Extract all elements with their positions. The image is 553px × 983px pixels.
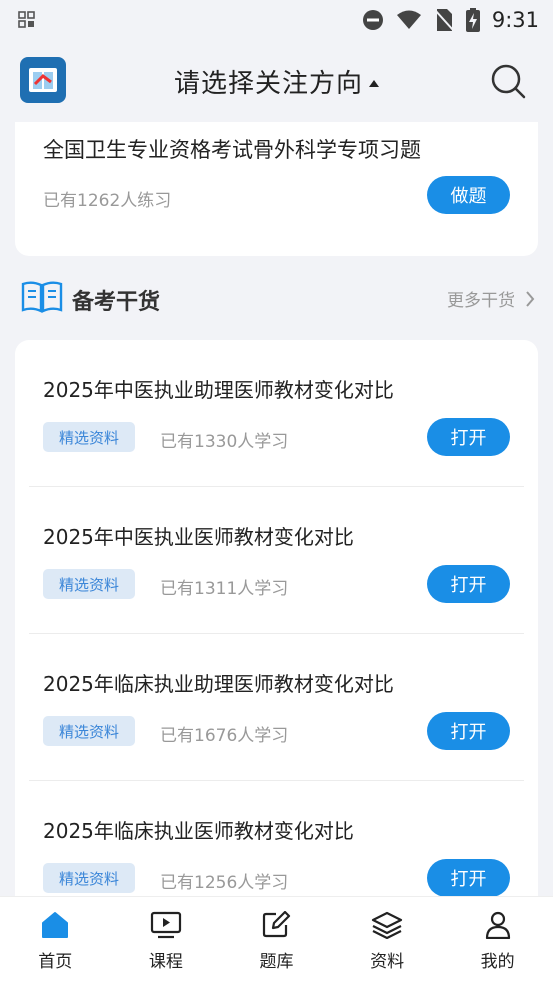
exercise-card[interactable]: 全国卫生专业资格考试骨外科学专项习题 已有1262人练习 做题 [15, 122, 538, 256]
item-tag: 精选资料 [43, 863, 136, 893]
user-icon [485, 911, 510, 939]
battery-charging-icon [465, 8, 480, 32]
tab-question-bank[interactable]: 题库 [221, 897, 331, 972]
list-item[interactable]: 2025年临床执业医师教材变化对比 精选资料 已有1256人学习 打开 [15, 781, 538, 897]
open-button[interactable]: 打开 [427, 565, 510, 603]
scroll-content[interactable]: 全国卫生专业资格考试骨外科学专项习题 已有1262人练习 做题 备考干货 更多干… [0, 122, 553, 897]
status-bar: 9:31 [0, 0, 553, 40]
exercise-title: 全国卫生专业资格考试骨外科学专项习题 [43, 138, 421, 162]
home-icon [42, 912, 69, 938]
tab-label: 首页 [38, 952, 73, 972]
tab-label: 题库 [259, 952, 294, 972]
tab-home[interactable]: 首页 [0, 897, 110, 972]
caret-up-icon [369, 79, 379, 87]
list-item[interactable]: 2025年临床执业助理医师教材变化对比 精选资料 已有1676人学习 打开 [15, 634, 538, 781]
list-item[interactable]: 2025年中医执业助理医师教材变化对比 精选资料 已有1330人学习 打开 [15, 340, 538, 487]
list-item[interactable]: 2025年中医执业医师教材变化对比 精选资料 已有1311人学习 打开 [15, 487, 538, 634]
exercise-count: 已有1262人练习 [43, 191, 172, 211]
dnd-icon [362, 10, 383, 30]
item-title: 2025年中医执业助理医师教材变化对比 [43, 378, 394, 402]
no-sim-icon [434, 9, 454, 31]
bottom-tab-bar: 首页 课程 题库 资料 我的 [0, 897, 553, 983]
tab-course[interactable]: 课程 [111, 897, 221, 972]
notification-grid-icon [18, 11, 35, 28]
item-count: 已有1676人学习 [160, 726, 289, 746]
tab-materials[interactable]: 资料 [332, 897, 442, 972]
do-exercise-button[interactable]: 做题 [427, 176, 510, 214]
section-title: 备考干货 [72, 290, 161, 315]
item-tag: 精选资料 [43, 422, 136, 452]
tab-label: 课程 [148, 952, 183, 972]
direction-selector[interactable]: 请选择关注方向 [0, 40, 553, 122]
open-book-icon [21, 281, 63, 313]
tab-label: 资料 [370, 952, 405, 972]
open-button[interactable]: 打开 [427, 859, 510, 897]
status-time: 9:31 [491, 8, 539, 32]
open-button[interactable]: 打开 [427, 712, 510, 750]
material-list: 2025年中医执业助理医师教材变化对比 精选资料 已有1330人学习 打开 20… [15, 340, 538, 897]
header-title: 请选择关注方向 [173, 68, 363, 99]
layers-icon [371, 911, 403, 939]
item-tag: 精选资料 [43, 716, 136, 746]
item-tag: 精选资料 [43, 569, 136, 599]
item-count: 已有1330人学习 [160, 432, 289, 452]
more-link[interactable]: 更多干货 [447, 286, 535, 311]
item-count: 已有1256人学习 [160, 873, 289, 893]
search-icon[interactable] [489, 62, 527, 100]
section-header: 备考干货 更多干货 [0, 272, 553, 324]
tab-label: 我的 [480, 952, 515, 972]
chevron-right-icon [526, 290, 535, 307]
wifi-icon [396, 10, 421, 29]
item-title: 2025年临床执业医师教材变化对比 [43, 819, 354, 843]
item-title: 2025年中医执业医师教材变化对比 [43, 525, 354, 549]
tab-profile[interactable]: 我的 [443, 897, 553, 972]
item-count: 已有1311人学习 [160, 579, 289, 599]
open-button[interactable]: 打开 [427, 418, 510, 456]
app-header: 请选择关注方向 [0, 40, 553, 122]
more-link-text: 更多干货 [447, 291, 515, 311]
video-icon [150, 911, 181, 939]
item-title: 2025年临床执业助理医师教材变化对比 [43, 672, 394, 696]
edit-icon [263, 911, 291, 938]
